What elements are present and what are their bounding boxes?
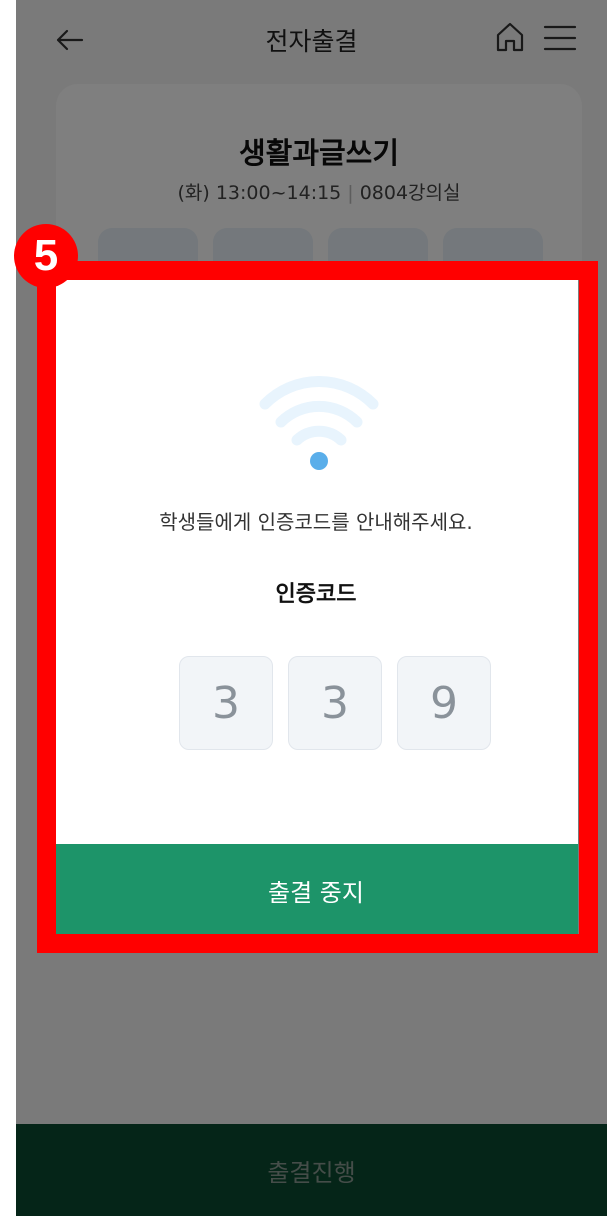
step-number-badge: 5 [14,224,78,288]
highlight-frame [37,261,598,953]
